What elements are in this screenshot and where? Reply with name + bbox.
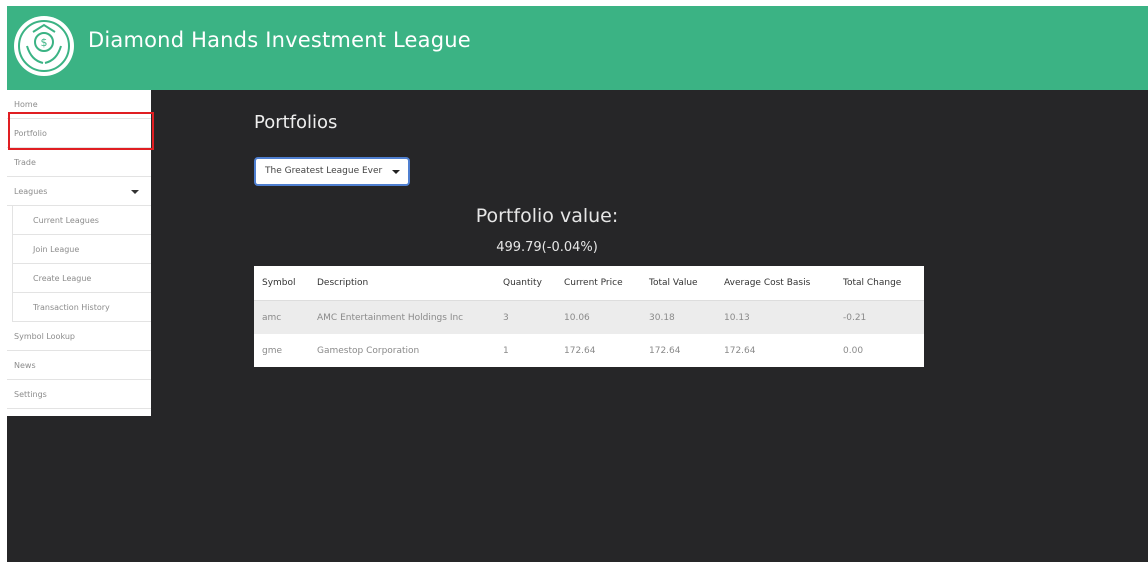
sidebar-item-leagues-label: Leagues (14, 187, 48, 196)
cell-total-value: 30.18 (641, 300, 716, 334)
column-header-total-value: Total Value (641, 266, 716, 301)
table-header-row: Symbol Description Quantity Current Pric… (254, 266, 924, 301)
column-header-description: Description (309, 266, 495, 301)
table-row: gme Gamestop Corporation 1 172.64 172.64… (254, 334, 924, 367)
svg-text:$: $ (41, 36, 48, 49)
sidebar-nav: Home Portfolio Trade Leagues Current Lea… (7, 90, 154, 416)
sidebar-item-create-league[interactable]: Create League (12, 264, 151, 293)
league-select[interactable]: The Greatest League Ever (254, 157, 410, 186)
portfolio-value: 499.79(-0.04%) (496, 240, 598, 255)
cell-description: AMC Entertainment Holdings Inc (309, 300, 495, 334)
cell-quantity: 1 (503, 345, 509, 356)
cell-current-price: 172.64 (564, 345, 596, 356)
cell-average-cost-basis: 172.64 (724, 345, 756, 356)
sidebar-item-leagues[interactable]: Leagues (7, 177, 151, 206)
portfolio-value-label: Portfolio value: (475, 205, 619, 227)
cell-quantity: 3 (495, 300, 556, 334)
holdings-table: Symbol Description Quantity Current Pric… (254, 266, 924, 367)
cell-average-cost-basis: 10.13 (716, 300, 835, 334)
sidebar-item-trade[interactable]: Trade (7, 148, 151, 177)
sidebar-item-transaction-history[interactable]: Transaction History (12, 293, 151, 322)
page-title: Portfolios (254, 112, 338, 133)
cell-symbol: gme (262, 345, 283, 356)
app-header: $ Diamond Hands Investment League (7, 6, 1148, 90)
caret-down-icon (392, 170, 400, 174)
table-row: amc AMC Entertainment Holdings Inc 3 10.… (254, 300, 924, 334)
sidebar-item-settings[interactable]: Settings (7, 380, 151, 409)
cell-symbol: amc (254, 300, 309, 334)
chevron-down-icon (131, 190, 139, 194)
cell-total-change: -0.21 (835, 300, 924, 334)
diamond-hands-logo-icon[interactable]: $ (14, 16, 74, 76)
sidebar-item-news[interactable]: News (7, 351, 151, 380)
sidebar-item-current-leagues[interactable]: Current Leagues (12, 206, 151, 235)
portfolio-highlight-box (8, 112, 154, 150)
column-header-symbol: Symbol (254, 266, 309, 301)
app-window: $ Diamond Hands Investment League Home P… (7, 6, 1148, 562)
cell-total-value: 172.64 (649, 345, 681, 356)
cell-total-change: 0.00 (843, 345, 864, 356)
app-title: Diamond Hands Investment League (88, 28, 471, 52)
cell-description: Gamestop Corporation (317, 345, 420, 356)
sidebar-item-join-league[interactable]: Join League (12, 235, 151, 264)
cell-current-price: 10.06 (556, 300, 641, 334)
column-header-total-change: Total Change (835, 266, 924, 301)
column-header-quantity: Quantity (495, 266, 556, 301)
column-header-current-price: Current Price (556, 266, 641, 301)
sidebar-item-symbol-lookup[interactable]: Symbol Lookup (7, 322, 151, 351)
column-header-average-cost-basis: Average Cost Basis (716, 266, 835, 301)
league-select-value: The Greatest League Ever (265, 166, 383, 176)
